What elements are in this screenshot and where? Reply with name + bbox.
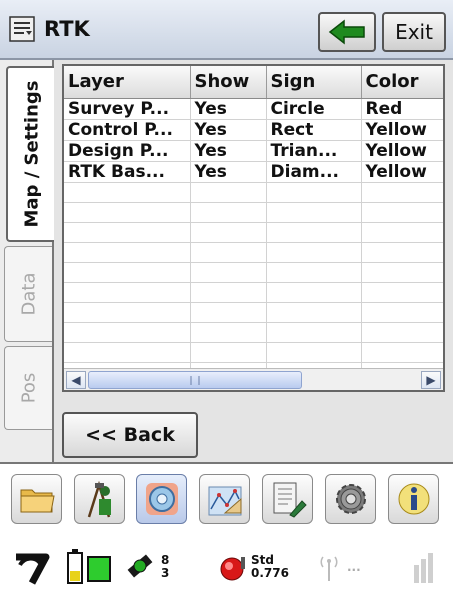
search-disc-icon <box>145 483 178 515</box>
cell-show: Yes <box>190 140 267 162</box>
map-grid-icon <box>208 486 241 516</box>
satellite-icon <box>127 554 153 578</box>
layer-settings-panel: Layer Show Sign Color Survey P... Yes Ci… <box>54 60 453 462</box>
cell-color: Yellow <box>361 119 443 141</box>
surveyor-icon <box>87 480 111 518</box>
empty-row <box>64 182 443 203</box>
red-beacon-icon <box>220 557 245 581</box>
left-arrow-icon <box>328 19 365 45</box>
cell-color: Red <box>361 98 443 120</box>
empty-row <box>64 302 443 323</box>
info-icon <box>398 483 429 515</box>
stakeout-button[interactable] <box>136 474 187 524</box>
title-bar: RTK Exit <box>0 0 453 60</box>
info-button[interactable] <box>388 474 439 524</box>
settings-button[interactable] <box>325 474 376 524</box>
back-button[interactable]: << Back <box>62 412 198 458</box>
column-header-sign[interactable]: Sign <box>266 66 362 99</box>
open-file-button[interactable] <box>11 474 62 524</box>
horizontal-scrollbar[interactable]: ◀ ▶ <box>64 368 443 390</box>
cell-color: Yellow <box>361 140 443 162</box>
cell-show: Yes <box>190 98 267 120</box>
cell-layer: Design P... <box>64 140 191 162</box>
table-row[interactable]: Design P... Yes Trian... Yellow <box>64 140 443 162</box>
scroll-thumb[interactable] <box>88 371 302 389</box>
scroll-left-icon[interactable]: ◀ <box>66 371 86 389</box>
cell-show: Yes <box>190 161 267 183</box>
survey-button[interactable] <box>74 474 125 524</box>
storage-bars-icon <box>414 553 433 583</box>
solution-status[interactable]: Std 0.776 <box>215 542 289 592</box>
battery-status[interactable] <box>64 542 114 592</box>
start-menu-icon[interactable] <box>9 16 35 42</box>
gear-icon <box>335 484 366 514</box>
cell-sign: Circle <box>266 98 362 120</box>
table-row[interactable]: Survey P... Yes Circle Red <box>64 98 443 120</box>
empty-row <box>64 202 443 223</box>
cell-color: Yellow <box>361 161 443 183</box>
tab-label: Pos <box>18 372 39 404</box>
battery-icon <box>67 549 111 584</box>
empty-row <box>64 242 443 263</box>
tab-label: Map / Settings <box>21 80 43 228</box>
empty-row <box>64 342 443 363</box>
app-title: RTK <box>44 17 90 41</box>
radio-status[interactable]: ... <box>315 542 361 592</box>
table-row[interactable]: RTK Bas... Yes Diam... Yellow <box>64 161 443 183</box>
radio-value: ... <box>347 559 361 574</box>
notes-icon <box>273 482 307 518</box>
memory-status[interactable] <box>412 542 434 592</box>
empty-row <box>64 262 443 283</box>
tab-pos[interactable]: Pos <box>4 346 52 430</box>
empty-row <box>64 282 443 303</box>
satellites-tracked: 3 <box>161 566 170 580</box>
empty-row <box>64 222 443 243</box>
cell-sign: Rect <box>266 119 362 141</box>
column-header-show[interactable]: Show <box>190 66 267 99</box>
antenna-icon <box>320 556 338 581</box>
exit-button[interactable]: Exit <box>382 12 446 52</box>
gnss-status[interactable] <box>12 542 56 592</box>
cell-sign: Trian... <box>266 140 362 162</box>
gps-signal-icon <box>16 553 50 585</box>
solution-precision: 0.776 <box>251 566 289 580</box>
tab-map-settings[interactable]: Map / Settings <box>6 66 56 242</box>
bottom-toolbar: 8 3 Std 0.776 ... <box>0 462 453 596</box>
scroll-right-icon[interactable]: ▶ <box>421 371 441 389</box>
cell-layer: Control P... <box>64 119 191 141</box>
notes-button[interactable] <box>262 474 313 524</box>
tab-column: Map / Settings Data Pos <box>0 60 56 462</box>
cell-layer: Survey P... <box>64 98 191 120</box>
cell-show: Yes <box>190 119 267 141</box>
satellite-status[interactable]: 8 3 <box>124 542 169 592</box>
back-arrow-button[interactable] <box>318 12 376 52</box>
tab-data[interactable]: Data <box>4 246 52 342</box>
cell-sign: Diam... <box>266 161 362 183</box>
empty-row <box>64 322 443 343</box>
column-header-color[interactable]: Color <box>361 66 443 99</box>
cell-layer: RTK Bas... <box>64 161 191 183</box>
map-button[interactable] <box>199 474 250 524</box>
tab-label: Data <box>18 272 39 316</box>
column-header-layer[interactable]: Layer <box>64 66 191 99</box>
layer-table[interactable]: Layer Show Sign Color Survey P... Yes Ci… <box>62 64 445 392</box>
folder-icon <box>20 489 55 513</box>
table-row[interactable]: Control P... Yes Rect Yellow <box>64 119 443 141</box>
